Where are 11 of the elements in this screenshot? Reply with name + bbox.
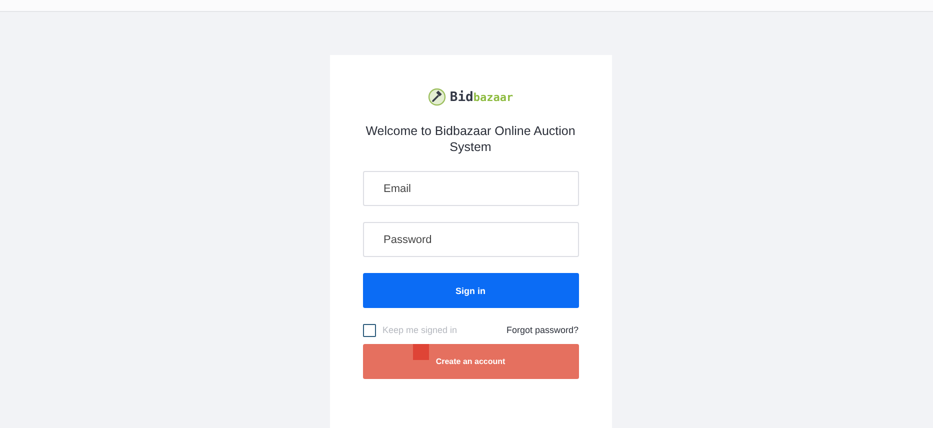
password-field[interactable]: Password [362, 222, 578, 257]
checkbox-label: Keep me signed in [382, 325, 458, 335]
marker-square [412, 344, 428, 360]
email-field[interactable]: Email [362, 171, 578, 206]
sign-in-button[interactable]: Sign in [362, 273, 578, 308]
logo-text: Bidbazaar [450, 90, 514, 104]
gavel-icon [428, 88, 446, 106]
checkbox[interactable] [362, 324, 376, 336]
forgot-password-link[interactable]: Forgot password? [506, 325, 578, 335]
create-account-button[interactable]: Create an account [362, 344, 578, 379]
welcome-heading: Welcome to Bidbazaar Online Auction System [364, 123, 576, 155]
